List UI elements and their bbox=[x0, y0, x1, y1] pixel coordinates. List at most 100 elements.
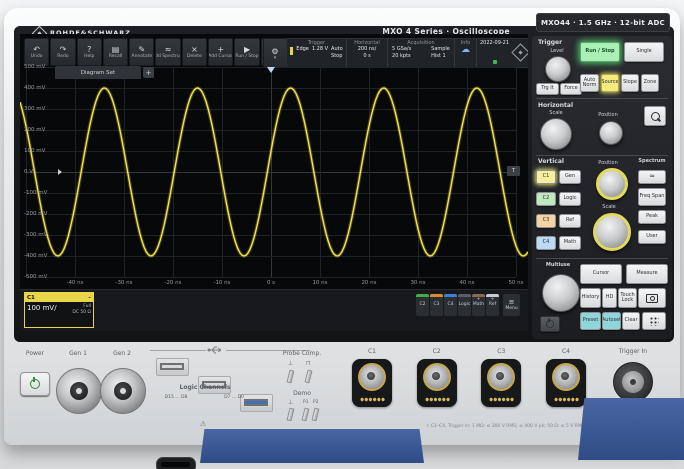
channel-bnc-connector bbox=[481, 359, 521, 407]
channel-display-button[interactable]: + Ref bbox=[486, 294, 499, 316]
trigger-source-button[interactable]: Source bbox=[601, 74, 619, 92]
chevron-down-icon: ▾ bbox=[274, 56, 277, 60]
c1-color-chip bbox=[290, 47, 293, 55]
vertical-aux-keys: Gen Logic Ref Math bbox=[559, 170, 581, 250]
toolbar-button[interactable]: + Add Cursor bbox=[208, 38, 233, 66]
power-label: Power bbox=[18, 350, 52, 357]
spectrum-section-label: Spectrum bbox=[636, 158, 668, 164]
apps-button[interactable] bbox=[642, 312, 666, 330]
trigger-level-knob[interactable] bbox=[545, 56, 571, 82]
usb-port bbox=[156, 358, 189, 376]
toolbar-button[interactable]: × Delete bbox=[182, 38, 207, 66]
trig-it-button[interactable]: Trg It bbox=[536, 83, 559, 95]
channel-display-button[interactable]: Logic bbox=[458, 294, 471, 316]
vertical-position-knob[interactable] bbox=[596, 168, 628, 200]
zone-trigger-button[interactable]: Zone bbox=[641, 74, 659, 92]
voltage-tick-label: 300 mV bbox=[24, 104, 58, 114]
channel-display-button[interactable]: + Math bbox=[472, 294, 485, 316]
vertical-scale-knob[interactable] bbox=[593, 213, 631, 251]
demo-p1-label: P1 bbox=[303, 400, 309, 405]
toolbar-button[interactable]: ▤ Recall bbox=[103, 38, 128, 66]
apps-grid-icon bbox=[649, 316, 659, 326]
channel-bnc-connector bbox=[546, 359, 586, 407]
touch-screen[interactable]: ↶ Undo ↷ Redo ? Help ▤ Recall bbox=[20, 34, 528, 331]
record-length: 20 kpts bbox=[392, 53, 411, 60]
channel-key[interactable]: C3 bbox=[536, 214, 556, 228]
usb-divider-line bbox=[150, 350, 206, 351]
toolbar-button-icon: × bbox=[191, 45, 198, 54]
voltage-tick-label: 200 mV bbox=[24, 125, 58, 135]
multiuse-label: Multiuse bbox=[540, 262, 576, 268]
single-button[interactable]: Single bbox=[624, 42, 664, 62]
clear-button[interactable]: Clear bbox=[622, 312, 640, 330]
zoom-button[interactable] bbox=[644, 106, 666, 126]
touch-lock-button[interactable]: Touch Lock bbox=[618, 288, 637, 308]
channel-c1-badge[interactable]: C1 – 100 mV/ Full DC 50 Ω bbox=[24, 292, 94, 328]
voltage-tick-label: 100 mV bbox=[24, 146, 58, 156]
channel-key[interactable]: C1 bbox=[536, 170, 556, 184]
hd-mode-button[interactable]: HD bbox=[602, 288, 617, 308]
spectrum-button[interactable]: ≈ bbox=[638, 170, 666, 184]
channel-display-button[interactable]: C2 bbox=[416, 294, 429, 316]
multiuse-knob[interactable] bbox=[542, 274, 580, 312]
aux-key[interactable]: Ref bbox=[559, 214, 581, 228]
waveform-diagram[interactable] bbox=[20, 67, 528, 278]
add-tab-button[interactable]: + bbox=[143, 67, 154, 78]
ground-level-marker bbox=[58, 169, 62, 175]
voltage-axis-labels: 500 mV400 mV300 mV200 mV100 mV0 V-100 mV… bbox=[24, 62, 58, 282]
trigger-position-marker[interactable] bbox=[267, 67, 275, 73]
toolbar-button[interactable]: ≈ Add Spectrum bbox=[155, 38, 180, 66]
time-tick-label: -30 ns bbox=[109, 280, 139, 286]
channel-button-row: C2 C3 C4 bbox=[416, 294, 499, 316]
trigger-slope-button[interactable]: Slope bbox=[621, 74, 639, 92]
run-stop-button[interactable]: Run / Stop bbox=[580, 42, 620, 62]
aux-key[interactable]: Logic bbox=[559, 192, 581, 206]
horizontal-status-group[interactable]: Horizontal 200 ns/ 0 s bbox=[347, 39, 388, 67]
trigger-in-bnc-connector bbox=[613, 362, 653, 402]
toolbar-settings-button[interactable]: ⚙ ▾ bbox=[263, 38, 287, 68]
trigger-level-marker[interactable]: T bbox=[507, 166, 520, 176]
toolbar-button-icon: + bbox=[217, 45, 224, 54]
trigger-level: 1.28 V bbox=[312, 46, 328, 53]
c1-coupling: DC 50 Ω bbox=[72, 310, 91, 316]
channel-key[interactable]: C2 bbox=[536, 192, 556, 206]
section-divider bbox=[536, 98, 668, 99]
logic-channels-label: Logic Channels bbox=[160, 384, 250, 391]
auto-norm-button[interactable]: Auto Norm bbox=[580, 74, 599, 92]
channel-key[interactable]: C4 bbox=[536, 236, 556, 250]
c1-badge-collapse[interactable]: – bbox=[88, 295, 91, 301]
menu-button[interactable]: ≡ Menu bbox=[503, 294, 520, 316]
toolbar-button[interactable]: ▶ Run / Stop bbox=[234, 38, 259, 66]
history-button[interactable]: History bbox=[580, 288, 601, 308]
user-button[interactable]: User bbox=[638, 230, 666, 244]
screenshot-button[interactable] bbox=[638, 288, 666, 308]
acquisition-state: Stop bbox=[331, 53, 343, 60]
tab-diagram-set[interactable]: Diagram Set bbox=[55, 66, 141, 79]
aux-key[interactable]: Math bbox=[559, 236, 581, 250]
horizontal-scale-knob[interactable] bbox=[540, 118, 572, 150]
channel-display-button[interactable]: C3 bbox=[430, 294, 443, 316]
force-trigger-button[interactable]: Force bbox=[560, 83, 582, 95]
autoset-button[interactable]: Autoset bbox=[602, 312, 621, 330]
usb-icon bbox=[207, 344, 223, 355]
preset-button[interactable]: Preset bbox=[580, 312, 601, 330]
aux-key[interactable]: Gen bbox=[559, 170, 581, 184]
toolbar-button[interactable]: ✎ Annotate bbox=[129, 38, 154, 66]
measure-button[interactable]: Measure bbox=[626, 264, 668, 284]
freq-span-button[interactable]: Freq Span bbox=[638, 188, 666, 206]
trigger-status-group[interactable]: Trigger Edge 1.28 V Auto Stop bbox=[287, 39, 347, 67]
power-button[interactable] bbox=[20, 372, 50, 396]
channel-display-button[interactable]: C4 bbox=[444, 294, 457, 316]
toolbar-button[interactable]: ? Help bbox=[77, 38, 102, 66]
standby-button[interactable] bbox=[540, 316, 560, 332]
oscilloscope-photo: ROHDE&SCHWARZ MXO 4 Series · Oscilloscop… bbox=[0, 0, 684, 469]
peak-button[interactable]: Peak bbox=[638, 210, 666, 224]
rohde-schwarz-screen-logo-icon bbox=[511, 43, 528, 61]
acquisition-status-group[interactable]: Acquisition 5 GSa/s 20 kpts Sample Hist … bbox=[388, 39, 455, 67]
toolbar-button-icon: ▤ bbox=[112, 45, 120, 54]
section-divider bbox=[536, 155, 668, 156]
horizontal-position-knob[interactable] bbox=[599, 121, 623, 145]
info-button[interactable]: Info ☁ bbox=[455, 39, 477, 67]
cursor-button[interactable]: Cursor bbox=[580, 264, 622, 284]
time-tick-label: 20 ns bbox=[354, 280, 384, 286]
